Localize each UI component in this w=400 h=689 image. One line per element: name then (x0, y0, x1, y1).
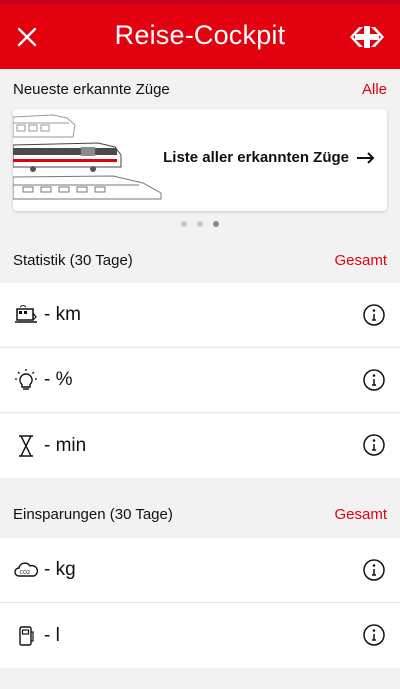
savings-total-link[interactable]: Gesamt (334, 506, 387, 523)
page-dot-active[interactable] (213, 221, 219, 227)
stat-value-distance: - km (44, 304, 81, 325)
stat-row-time[interactable]: - min (0, 413, 400, 478)
trains-section-title: Neueste erkannte Züge (13, 80, 170, 98)
savings-list: CO2 - kg - l (0, 538, 400, 668)
page-dot[interactable] (197, 221, 203, 227)
info-icon[interactable] (362, 623, 386, 647)
trains-carousel-card[interactable]: Liste aller erkannten Züge (13, 109, 387, 211)
info-icon[interactable] (362, 368, 386, 392)
hourglass-icon (14, 434, 38, 458)
app-header: Reise-Cockpit (0, 0, 400, 69)
info-icon[interactable] (362, 303, 386, 327)
all-trains-list-cta[interactable]: Liste aller erkannten Züge (163, 149, 375, 166)
saving-value-co2: - kg (44, 559, 76, 580)
info-icon[interactable] (362, 558, 386, 582)
carousel-pagination (0, 211, 400, 237)
fuel-icon (14, 624, 38, 648)
stats-total-link[interactable]: Gesamt (334, 252, 387, 269)
lightbulb-icon (14, 368, 38, 392)
stat-row-energy[interactable]: - % (0, 348, 400, 413)
svg-text:CO2: CO2 (20, 570, 31, 576)
saving-value-fuel: - l (44, 624, 60, 646)
arrow-right-icon (357, 151, 375, 164)
sbb-logo-icon (350, 26, 384, 48)
co2-cloud-icon: CO2 (14, 558, 38, 582)
savings-section-header: Einsparungen (30 Tage) Gesamt (0, 478, 400, 538)
page-dot[interactable] (181, 221, 187, 227)
stats-section-header: Statistik (30 Tage) Gesamt (0, 237, 400, 283)
saving-row-fuel[interactable]: - l (0, 603, 400, 668)
saving-row-co2[interactable]: CO2 - kg (0, 538, 400, 603)
stat-value-time: - min (44, 434, 87, 456)
stats-section-title: Statistik (30 Tage) (13, 251, 133, 269)
stats-list: - km - % - min (0, 283, 400, 478)
savings-section-title: Einsparungen (30 Tage) (13, 505, 173, 523)
all-trains-link[interactable]: Alle (362, 81, 387, 98)
stat-row-distance[interactable]: - km (0, 283, 400, 348)
trains-section-header: Neueste erkannte Züge Alle (0, 69, 400, 109)
train-icon (14, 303, 38, 327)
stat-value-energy: - % (44, 369, 73, 390)
info-icon[interactable] (362, 433, 386, 457)
carousel-cta-label: Liste aller erkannten Züge (163, 149, 349, 166)
page-title: Reise-Cockpit (114, 20, 286, 50)
